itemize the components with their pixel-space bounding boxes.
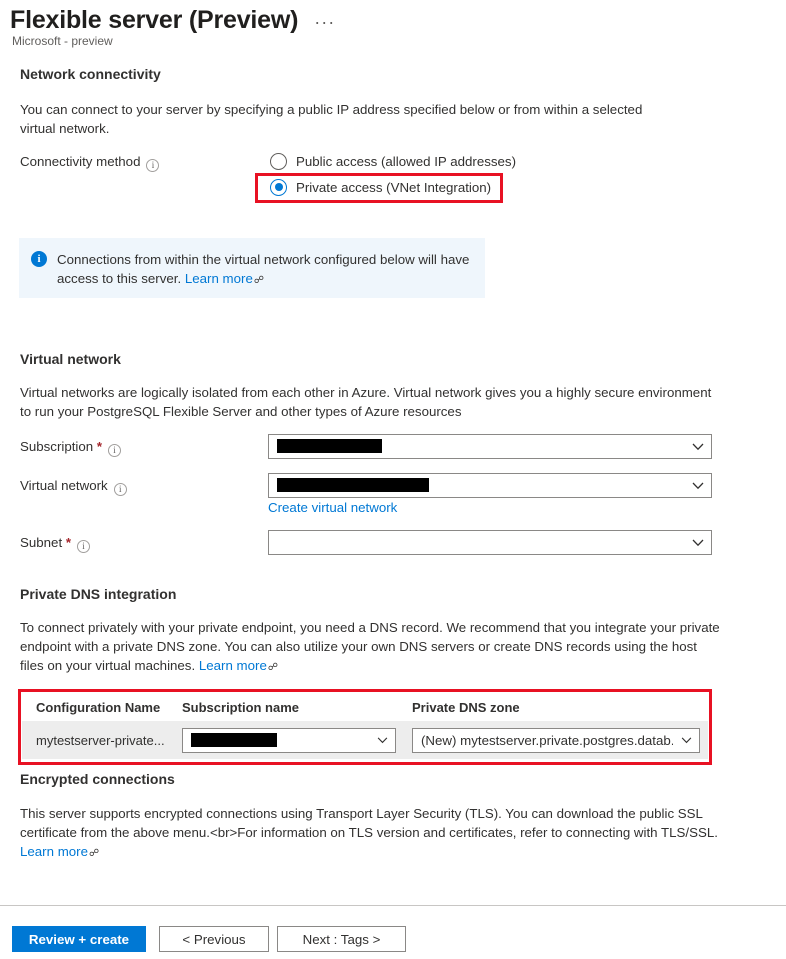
- network-connectivity-heading: Network connectivity: [20, 66, 161, 82]
- encrypted-connections-description-text: This server supports encrypted connectio…: [20, 806, 718, 840]
- learn-more-link-banner[interactable]: Learn more: [185, 271, 253, 286]
- redacted-value: [277, 478, 429, 492]
- learn-more-link-encrypted[interactable]: Learn more: [20, 844, 88, 859]
- encrypted-connections-description: This server supports encrypted connectio…: [20, 804, 720, 863]
- subnet-dropdown[interactable]: [268, 530, 712, 555]
- virtual-network-value: [269, 478, 685, 493]
- private-dns-heading: Private DNS integration: [20, 586, 177, 602]
- info-banner-text: Connections from within the virtual netw…: [57, 250, 471, 286]
- column-header-private-dns-zone: Private DNS zone: [412, 699, 520, 715]
- info-banner: i Connections from within the virtual ne…: [19, 238, 485, 298]
- subscription-name-dropdown[interactable]: [182, 727, 396, 753]
- subscription-dropdown[interactable]: [268, 434, 712, 459]
- create-virtual-network-link[interactable]: Create virtual network: [268, 500, 397, 515]
- radio-circle-private-access[interactable]: [270, 178, 287, 196]
- connectivity-method-radio-group[interactable]: Public access (allowed IP addresses) Pri…: [270, 148, 516, 200]
- virtual-network-label: Virtual network i: [20, 478, 127, 496]
- encrypted-connections-heading: Encrypted connections: [20, 771, 175, 787]
- private-dns-zone-dropdown[interactable]: (New) mytestserver.private.postgres.data…: [412, 727, 700, 753]
- subscription-name-value: [183, 732, 369, 748]
- chevron-down-icon[interactable]: [369, 736, 395, 744]
- virtual-network-description: Virtual networks are logically isolated …: [20, 385, 712, 419]
- external-link-icon: ☍: [89, 848, 100, 859]
- column-header-configuration-name: Configuration Name: [36, 699, 161, 715]
- private-dns-table: Configuration Name Subscription name Pri…: [22, 693, 708, 759]
- virtual-network-heading: Virtual network: [20, 351, 121, 367]
- next-tags-button[interactable]: Next : Tags >: [277, 926, 406, 952]
- subscription-value: [269, 439, 685, 454]
- flexible-server-create-page: Flexible server (Preview) ··· Microsoft …: [0, 0, 786, 959]
- required-asterisk: *: [62, 535, 72, 550]
- more-options-icon[interactable]: ···: [314, 13, 335, 31]
- private-dns-description: To connect privately with your private e…: [20, 618, 720, 677]
- chevron-down-icon[interactable]: [685, 443, 711, 451]
- redacted-value: [277, 439, 382, 453]
- radio-option-public-access[interactable]: Public access (allowed IP addresses): [270, 148, 516, 174]
- radio-label-private-access[interactable]: Private access (VNet Integration): [296, 180, 491, 195]
- learn-more-link-dns[interactable]: Learn more: [199, 658, 267, 673]
- private-dns-description-text: To connect privately with your private e…: [20, 620, 720, 673]
- page-header: Flexible server (Preview) ···: [10, 6, 335, 35]
- chevron-down-icon[interactable]: [685, 539, 711, 547]
- info-icon[interactable]: i: [108, 443, 122, 457]
- connectivity-method-label: Connectivity method i: [20, 154, 160, 172]
- column-header-subscription-name: Subscription name: [182, 699, 300, 715]
- virtual-network-dropdown[interactable]: [268, 473, 712, 498]
- page-title: Flexible server (Preview): [10, 6, 299, 34]
- radio-label-public-access[interactable]: Public access (allowed IP addresses): [296, 154, 516, 169]
- required-asterisk: *: [93, 439, 103, 454]
- page-subtitle: Microsoft - preview: [12, 34, 113, 48]
- info-icon[interactable]: i: [77, 539, 91, 553]
- external-link-icon: ☍: [267, 662, 278, 673]
- subscription-label: Subscription * i: [20, 439, 122, 457]
- connectivity-method-label-text: Connectivity method: [20, 154, 141, 169]
- subnet-label-text: Subnet: [20, 535, 63, 550]
- radio-circle-public-access[interactable]: [270, 152, 287, 170]
- subnet-label: Subnet * i: [20, 535, 91, 553]
- network-connectivity-description: You can connect to your server by specif…: [20, 102, 643, 136]
- radio-option-private-access[interactable]: Private access (VNet Integration): [270, 174, 516, 200]
- subscription-label-text: Subscription: [20, 439, 94, 454]
- cell-private-dns-zone: (New) mytestserver.private.postgres.data…: [412, 727, 708, 753]
- info-icon[interactable]: i: [146, 158, 160, 172]
- table-row: mytestserver-private... (New) mytestserv…: [22, 721, 708, 759]
- external-link-icon: ☍: [253, 275, 264, 286]
- chevron-down-icon[interactable]: [673, 736, 699, 744]
- info-icon[interactable]: i: [113, 482, 127, 496]
- cell-subscription-name: [182, 727, 412, 753]
- info-icon: i: [31, 251, 47, 267]
- table-header-row: Configuration Name Subscription name Pri…: [22, 693, 708, 721]
- redacted-value: [191, 732, 277, 747]
- private-dns-zone-value: (New) mytestserver.private.postgres.data…: [421, 732, 673, 748]
- cell-configuration-name: mytestserver-private...: [36, 732, 165, 748]
- previous-button[interactable]: < Previous: [159, 926, 269, 952]
- footer-divider: [0, 905, 786, 906]
- chevron-down-icon[interactable]: [685, 482, 711, 490]
- review-create-button[interactable]: Review + create: [12, 926, 146, 952]
- virtual-network-label-text: Virtual network: [20, 478, 108, 493]
